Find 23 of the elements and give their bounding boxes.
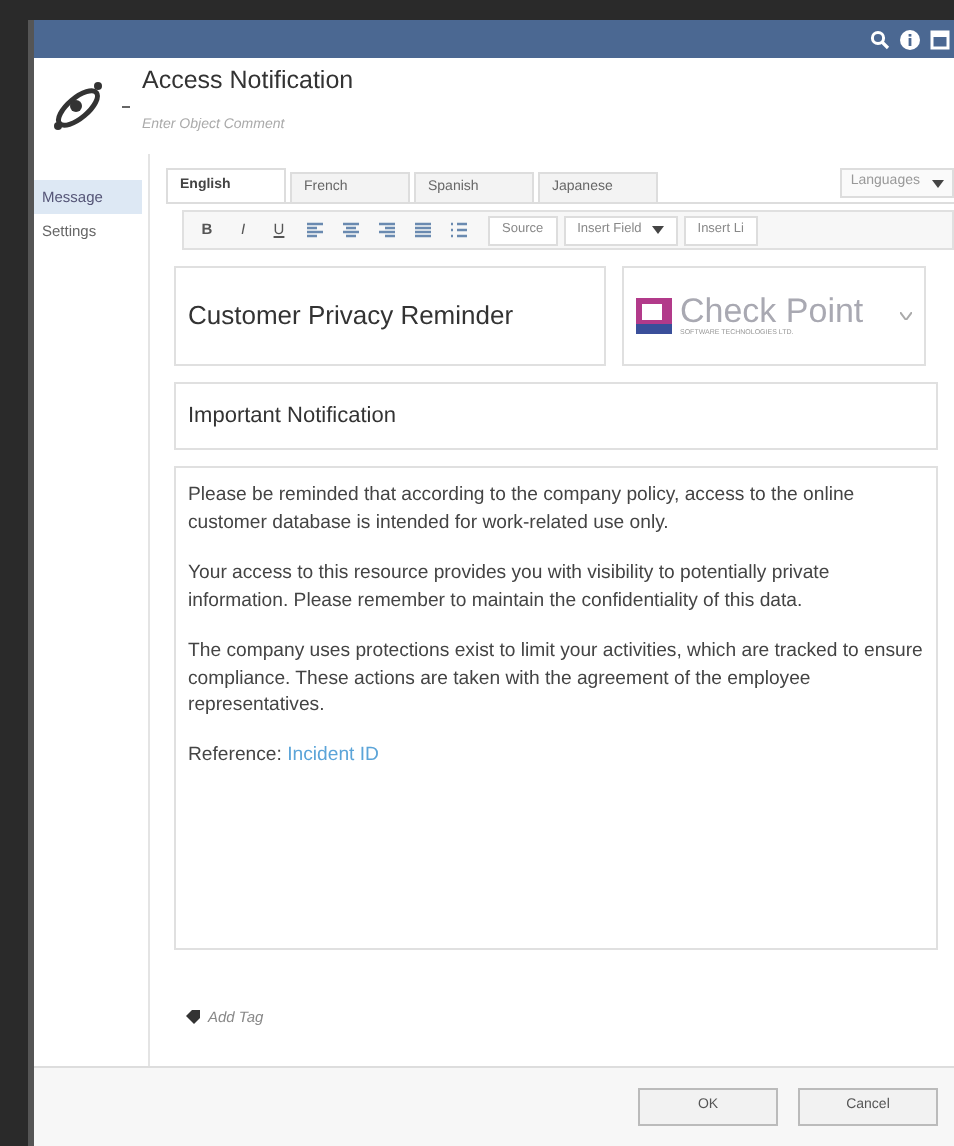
search-icon[interactable] [870, 29, 890, 49]
align-right-icon[interactable] [378, 222, 396, 238]
message-body-field[interactable] [174, 466, 938, 950]
chevron-down-icon[interactable] [900, 312, 912, 320]
window-title: Access Notification [142, 68, 356, 96]
align-center-icon[interactable] [342, 222, 360, 238]
reference-text: Reference: Incident ID [188, 742, 381, 771]
tag-icon [186, 1010, 200, 1025]
paragraph: Please be reminded that according to the company policy, access to the online customer database is intended for work-related use only. [188, 482, 857, 538]
heading-field[interactable]: Important Notification [174, 382, 938, 450]
paragraph: Your access to this resource provides you with visibility to potentially private information. Please remember to maintain the confidentiality of this data. [188, 559, 832, 616]
logo-icon [636, 298, 672, 334]
window-icon[interactable] [930, 29, 950, 49]
caret-icon [651, 226, 664, 234]
paragraph: The company uses protections exist to limit your activities, which are tracked to ensure compliance. These actions are taken with the agreement of the employee representatives. [188, 637, 924, 721]
logo-name: Check Point [680, 293, 864, 328]
caret-icon [932, 179, 944, 187]
align-left-icon[interactable] [306, 222, 324, 238]
justify-icon[interactable] [414, 222, 432, 238]
dash-icon [122, 105, 130, 107]
subject-field[interactable]: Customer Privacy Reminder [174, 266, 606, 366]
list-icon[interactable] [450, 222, 468, 238]
info-icon[interactable] [900, 29, 920, 49]
